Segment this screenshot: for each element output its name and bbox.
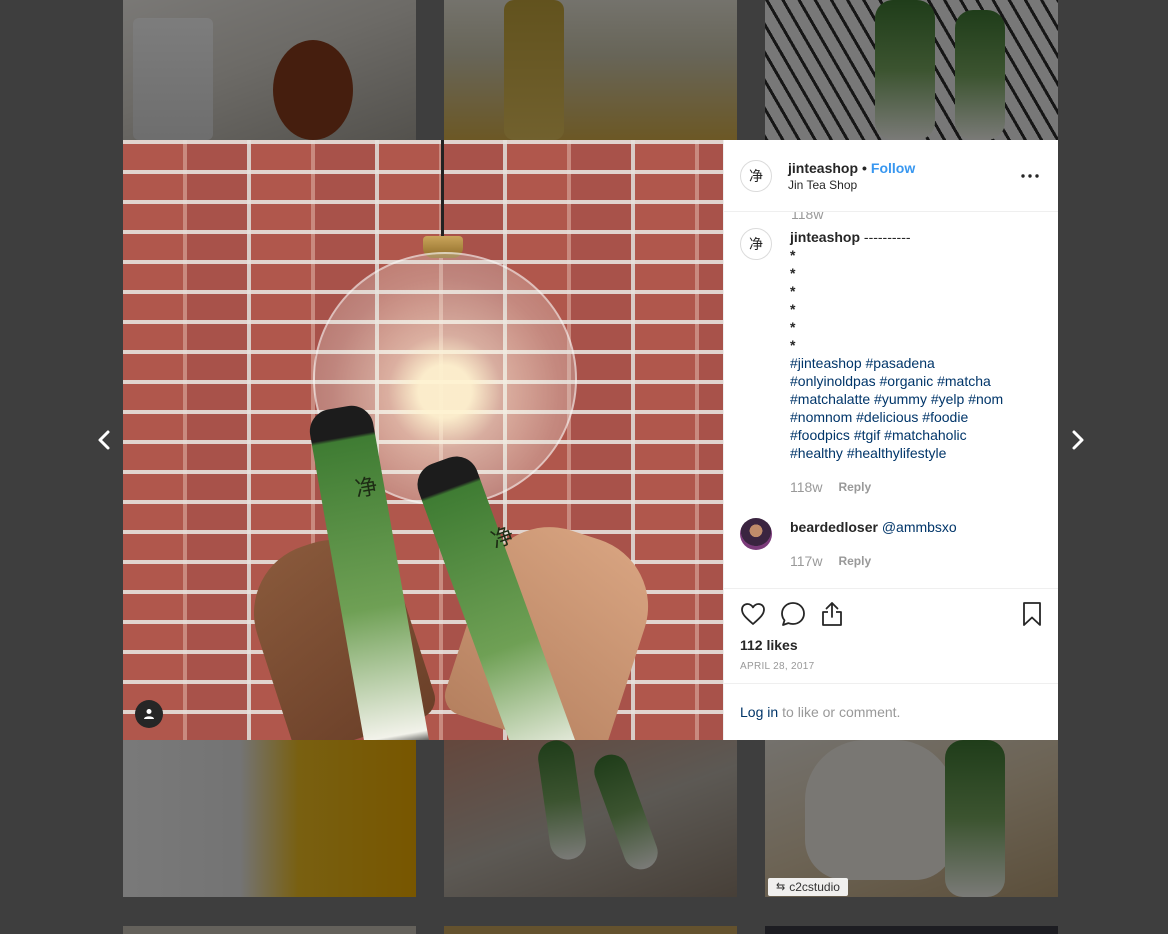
- comment-time[interactable]: 117w: [790, 552, 822, 570]
- chevron-right-icon: [1072, 430, 1084, 450]
- hashtag-line[interactable]: #foodpics #tgif #matchaholic: [790, 426, 1003, 444]
- comment-button[interactable]: [780, 601, 806, 627]
- hashtag-line[interactable]: #matchalatte #yummy #yelp #nom: [790, 390, 1003, 408]
- follow-button[interactable]: Follow: [871, 160, 915, 176]
- hashtag-line[interactable]: #nomnom #delicious #foodie: [790, 408, 1003, 426]
- login-prompt: Log in to like or comment.: [724, 683, 1058, 740]
- share-button[interactable]: [820, 601, 844, 627]
- comment-text: *: [790, 265, 796, 281]
- comment-username[interactable]: jinteashop: [790, 229, 860, 245]
- comment-time[interactable]: 118w: [790, 478, 822, 496]
- comment-username[interactable]: beardedloser: [790, 519, 878, 535]
- previous-post-button[interactable]: [90, 424, 118, 456]
- tagged-users-button[interactable]: [135, 700, 163, 728]
- reply-button[interactable]: Reply: [838, 552, 871, 570]
- post-side-panel: 净 jinteashop • Follow Jin Tea Shop 118w: [723, 140, 1058, 740]
- repost-icon: ⇆: [776, 881, 786, 893]
- post-header: 净 jinteashop • Follow Jin Tea Shop: [724, 140, 1058, 212]
- avatar[interactable]: [740, 518, 772, 550]
- comment-text: *: [790, 283, 796, 299]
- avatar[interactable]: 净: [740, 159, 772, 192]
- hashtag-line[interactable]: #healthy #healthylifestyle: [790, 444, 1003, 462]
- comment-text: ----------: [860, 229, 911, 245]
- avatar[interactable]: 净: [740, 228, 772, 260]
- comments-list[interactable]: 118w 净 jinteashop ---------- * * * * * *…: [724, 212, 1058, 588]
- more-options-button[interactable]: [1018, 164, 1042, 188]
- hashtag-line[interactable]: #jinteashop #pasadena: [790, 354, 1003, 372]
- next-post-button[interactable]: [1064, 424, 1092, 456]
- comment-item: beardedloser @ammbsxo 117w Reply: [740, 518, 1043, 570]
- share-icon: [822, 602, 842, 626]
- post-photo[interactable]: 净 净: [123, 140, 723, 740]
- reply-button[interactable]: Reply: [838, 478, 871, 496]
- login-suffix: to like or comment.: [782, 704, 901, 720]
- post-username[interactable]: jinteashop: [788, 160, 858, 176]
- bookmark-icon: [1023, 602, 1041, 626]
- like-button[interactable]: [740, 602, 766, 626]
- comment-time: 118w: [791, 212, 824, 222]
- separator-dot: •: [862, 159, 867, 176]
- comment-text: *: [790, 247, 796, 263]
- mention-link[interactable]: @ammbsxo: [882, 519, 957, 535]
- caption-comment: 净 jinteashop ---------- * * * * * * #jin…: [740, 228, 1043, 496]
- user-icon: [144, 709, 154, 719]
- post-actions: 112 likes APRIL 28, 2017: [724, 588, 1058, 683]
- watermark-text: c2cstudio: [789, 880, 840, 894]
- comment-icon: [781, 602, 805, 626]
- post-date[interactable]: APRIL 28, 2017: [740, 661, 1042, 672]
- heart-icon: [741, 603, 765, 625]
- comment-text: *: [790, 301, 796, 317]
- more-icon: [1021, 173, 1039, 178]
- comment-text: *: [790, 319, 796, 335]
- login-link[interactable]: Log in: [740, 704, 778, 720]
- likes-count[interactable]: 112 likes: [740, 637, 1042, 653]
- chevron-left-icon: [98, 430, 110, 450]
- post-location[interactable]: Jin Tea Shop: [788, 178, 1018, 192]
- save-button[interactable]: [1022, 601, 1042, 627]
- photo-watermark: ⇆ c2cstudio: [768, 878, 848, 896]
- comment-text: *: [790, 337, 796, 353]
- post-modal: 净 净 净 jinteashop • Follow Jin Tea Shop 1…: [123, 140, 1058, 740]
- hashtag-line[interactable]: #onlyinoldpas #organic #matcha: [790, 372, 1003, 390]
